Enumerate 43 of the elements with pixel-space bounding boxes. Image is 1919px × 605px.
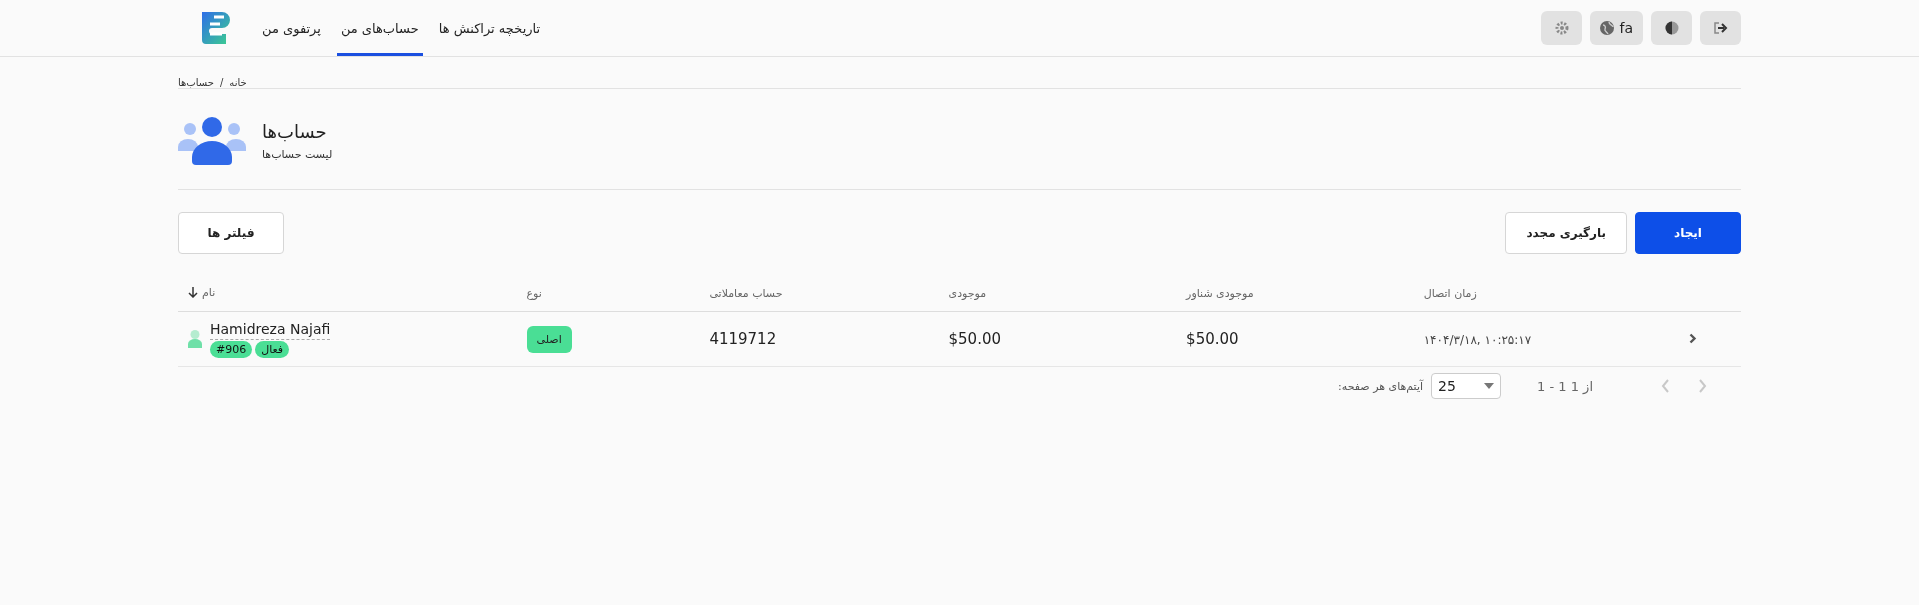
type-badge: اصلی (526, 325, 572, 353)
caret-icon (1484, 383, 1495, 389)
status-badge: فعال (255, 341, 290, 358)
language-button[interactable]: fa (1590, 11, 1643, 45)
create-button[interactable]: ایجاد (1635, 212, 1741, 254)
globe-icon (1600, 21, 1615, 35)
page-title: حساب‌ها (262, 121, 328, 142)
table-cell: 4119712 (709, 330, 777, 348)
column-header[interactable]: حساب معاملاتی (709, 287, 783, 300)
id-badge: #906 (210, 341, 253, 358)
theme-button[interactable] (1651, 11, 1692, 45)
people-icon (178, 117, 246, 165)
chevron-right-icon (1698, 379, 1707, 393)
logout-button[interactable] (1700, 11, 1741, 45)
nav-tab[interactable]: پرتفوی من (258, 0, 325, 56)
account-name[interactable]: Hamidreza Najafi (210, 321, 331, 340)
breadcrumb-item[interactable]: حساب‌ها (178, 77, 214, 88)
column-header[interactable]: نام (188, 286, 216, 299)
page-subtitle: لیست حساب‌ها (262, 148, 333, 161)
nav-tab[interactable]: حساب‌های من (336, 0, 423, 56)
column-header[interactable]: موجودی (948, 287, 987, 300)
column-header[interactable]: موجودی شناور (1186, 287, 1254, 300)
gear-icon (1555, 21, 1569, 35)
breadcrumb-item[interactable]: خانه (229, 77, 247, 88)
settings-button[interactable] (1541, 11, 1583, 45)
items-per-page-label: آیتم‌های هر صفحه: (1338, 379, 1424, 393)
arrow-down-icon (188, 287, 198, 298)
breadcrumb-separator: / (219, 77, 224, 88)
half-circle-icon (1664, 21, 1679, 35)
column-header[interactable]: زمان اتصال (1423, 287, 1477, 300)
table-cell: $50.00 (948, 330, 1002, 348)
reload-button[interactable]: بارگیری مجدد (1505, 212, 1627, 254)
page-range: 1 - 1 از 1 (1537, 378, 1593, 394)
column-header[interactable]: نوع (526, 287, 542, 300)
logout-icon (1713, 22, 1728, 34)
chevron-right-icon[interactable] (1689, 333, 1698, 344)
per-page-select[interactable]: 25 (1431, 373, 1502, 399)
table-cell: ۱۴۰۴/۳/۱۸, ۱۰:۲۵:۱۷ (1423, 333, 1532, 347)
chevron-left-icon (1661, 379, 1670, 393)
table-cell: $50.00 (1186, 330, 1239, 348)
user-icon (188, 330, 202, 348)
nav-tab[interactable]: تاریخچه تراکنش ها (434, 0, 545, 56)
filters-button[interactable]: فیلتر ها (178, 212, 284, 254)
